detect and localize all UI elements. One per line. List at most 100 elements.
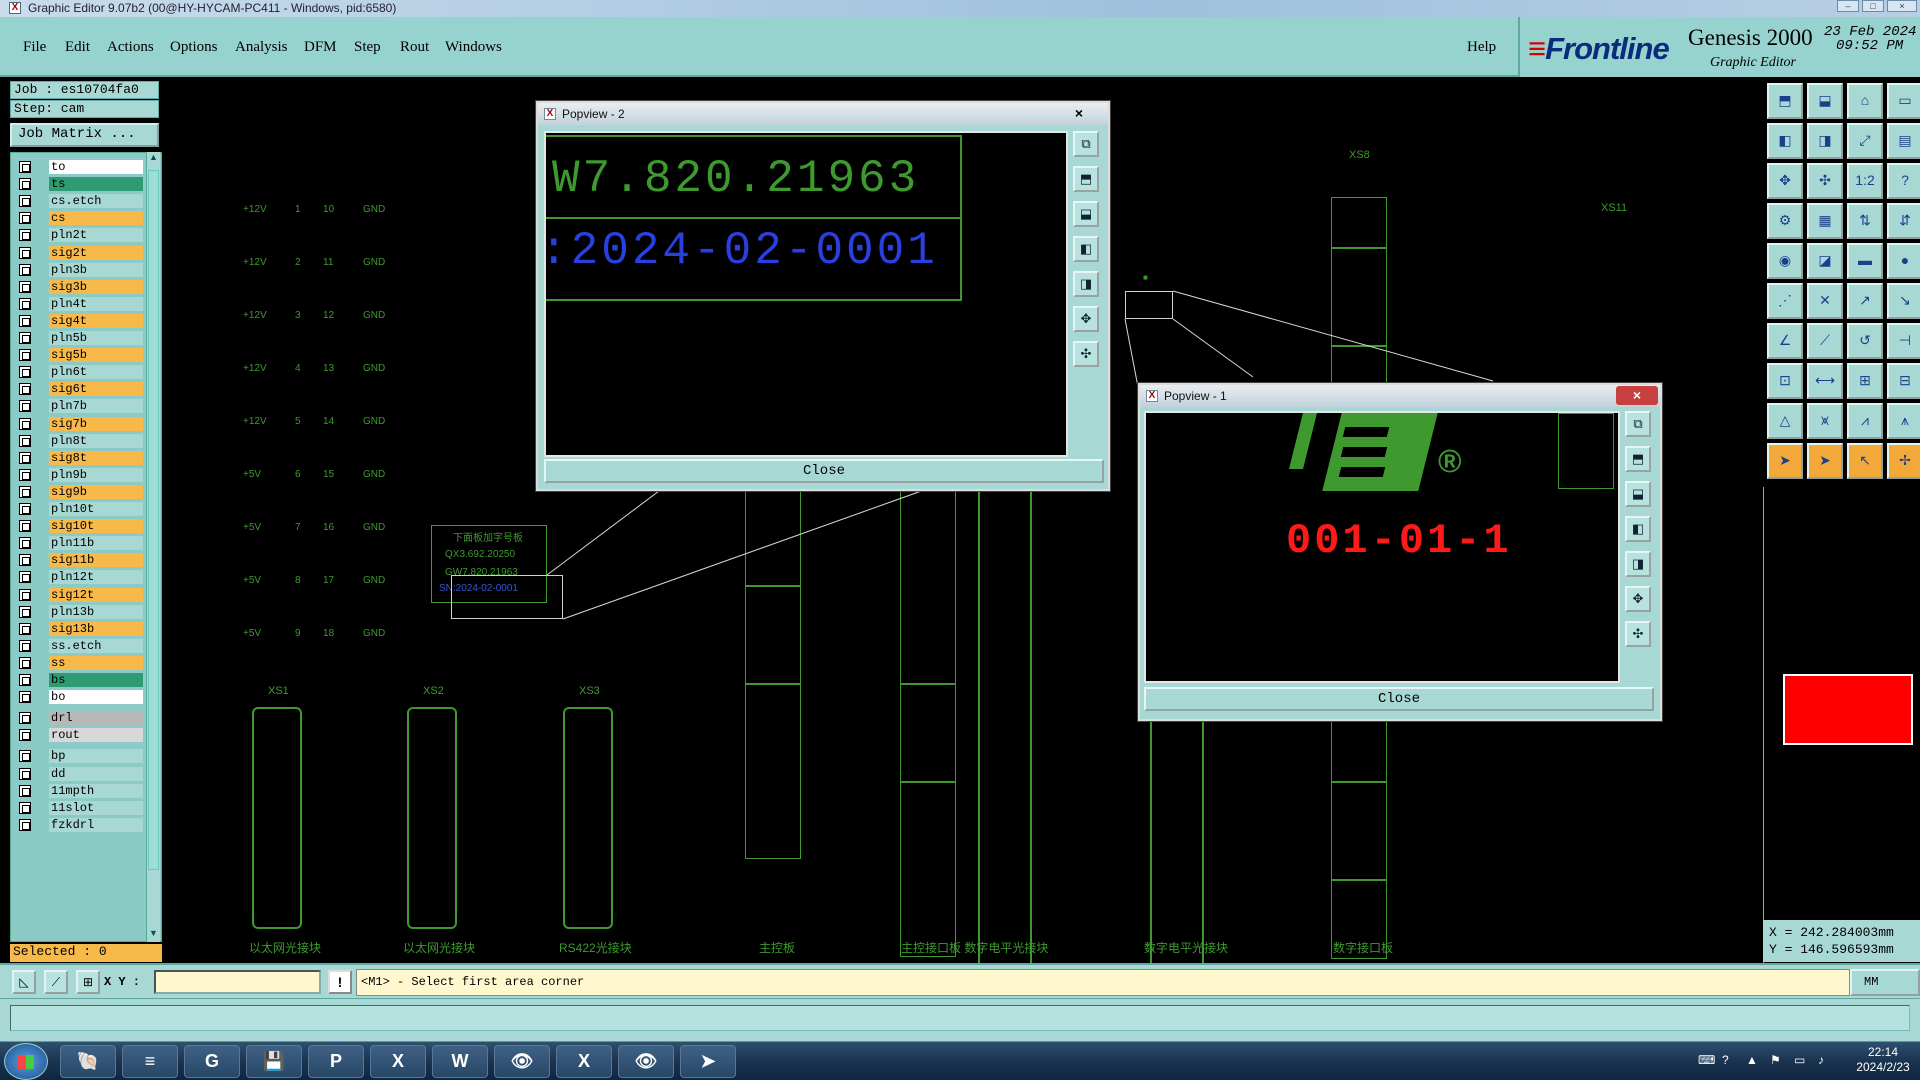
tool-icon[interactable]: ⋰ <box>1767 283 1803 319</box>
layer-row[interactable]: sig10t <box>13 518 143 534</box>
menu-actions[interactable]: Actions <box>107 39 154 56</box>
tool-icon[interactable]: ▤ <box>1887 123 1920 159</box>
layer-checkbox[interactable] <box>19 784 31 797</box>
taskbar-app-icon[interactable]: G <box>184 1045 240 1078</box>
pv-tool-icon[interactable]: ⬒ <box>1073 166 1099 192</box>
tool-icon[interactable]: ✕ <box>1807 283 1843 319</box>
pv-tool-icon[interactable]: ⧉ <box>1625 411 1651 437</box>
tool-icon[interactable]: ✣ <box>1807 163 1843 199</box>
pv-tool-icon[interactable]: ◧ <box>1073 236 1099 262</box>
popview-2-close-x[interactable]: × <box>1058 104 1100 123</box>
menu-help[interactable]: Help <box>1467 39 1496 56</box>
tool-icon[interactable]: ⊣ <box>1887 323 1920 359</box>
layer-checkbox[interactable] <box>19 818 31 831</box>
layer-name[interactable]: pln13b <box>49 604 143 619</box>
layer-row[interactable]: drl <box>13 710 143 726</box>
layer-name[interactable]: bp <box>49 749 143 764</box>
layer-checkbox[interactable] <box>19 434 31 447</box>
volume-icon[interactable]: ♪ <box>1818 1053 1824 1067</box>
tool-icon[interactable]: ↘ <box>1887 283 1920 319</box>
layer-checkbox[interactable] <box>19 767 31 780</box>
layer-name[interactable]: pln2t <box>49 228 143 243</box>
taskbar-app-icon[interactable]: 👁 <box>618 1045 674 1078</box>
scroll-thumb[interactable] <box>148 170 159 870</box>
menu-rout[interactable]: Rout <box>400 39 429 56</box>
tool-icon[interactable]: ⤢ <box>1847 123 1883 159</box>
layer-checkbox[interactable] <box>19 195 31 208</box>
layer-name[interactable]: pln7b <box>49 399 143 414</box>
popview-1-close-x[interactable]: × <box>1616 386 1658 405</box>
layer-name[interactable]: ts <box>49 177 143 192</box>
layer-checkbox[interactable] <box>19 571 31 584</box>
flag-icon[interactable]: ⚑ <box>1770 1053 1781 1067</box>
layer-row[interactable]: pln2t <box>13 227 143 243</box>
popview-1-titlebar[interactable]: X Popview - 1 × <box>1140 385 1660 407</box>
tool-icon[interactable]: ⬓ <box>1807 83 1843 119</box>
tool-icon[interactable]: ⩘ <box>1847 403 1883 439</box>
layer-name[interactable]: cs.etch <box>49 194 143 209</box>
taskbar-app-icon[interactable]: 💾 <box>246 1045 302 1078</box>
layer-row[interactable]: sig13b <box>13 621 143 637</box>
tool-icon[interactable]: ⩙ <box>1807 403 1843 439</box>
layer-row[interactable]: sig6t <box>13 381 143 397</box>
layer-row[interactable]: cs.etch <box>13 193 143 209</box>
layer-name[interactable]: to <box>49 160 143 174</box>
tool-icon[interactable]: ⇅ <box>1847 203 1883 239</box>
menu-analysis[interactable]: Analysis <box>235 39 288 56</box>
tool-icon[interactable]: ⌂ <box>1847 83 1883 119</box>
layer-checkbox[interactable] <box>19 485 31 498</box>
layer-row[interactable]: sig8t <box>13 450 143 466</box>
taskbar-app-icon[interactable]: X <box>370 1045 426 1078</box>
layer-row[interactable]: sig12t <box>13 587 143 603</box>
maximize-button[interactable]: □ <box>1862 0 1884 12</box>
layer-checkbox[interactable] <box>19 801 31 814</box>
menu-step[interactable]: Step <box>354 39 381 56</box>
layer-row[interactable]: cs <box>13 210 143 226</box>
layer-name[interactable]: sig11b <box>49 553 143 568</box>
layer-row[interactable]: bo <box>13 689 143 705</box>
keyboard-icon[interactable]: ⌨ <box>1698 1053 1715 1067</box>
tool-icon[interactable]: 1:2 <box>1847 163 1883 199</box>
layer-checkbox[interactable] <box>19 605 31 618</box>
layer-row[interactable]: 11mpth <box>13 783 143 799</box>
layer-name[interactable]: pln6t <box>49 365 143 380</box>
layer-name[interactable]: sig2t <box>49 245 143 260</box>
tray-expand-icon[interactable]: ▲ <box>1746 1053 1758 1067</box>
popview-2-view[interactable]: W7.820.21963 :2024-02-0001 <box>544 131 1068 457</box>
layer-checkbox[interactable] <box>19 349 31 362</box>
tool-icon[interactable]: ⚙ <box>1767 203 1803 239</box>
layer-name[interactable]: sig3b <box>49 279 143 294</box>
layer-name[interactable]: sig8t <box>49 450 143 465</box>
layer-checkbox[interactable] <box>19 246 31 259</box>
layer-checkbox[interactable] <box>19 263 31 276</box>
layer-name[interactable]: ss.etch <box>49 638 143 653</box>
layer-row[interactable]: pln4t <box>13 296 143 312</box>
minimize-button[interactable]: – <box>1837 0 1859 12</box>
close-window-button[interactable]: × <box>1887 0 1917 12</box>
tool-icon[interactable]: ⬒ <box>1767 83 1803 119</box>
tool-icon[interactable]: ⊟ <box>1887 363 1920 399</box>
snap-icon[interactable]: ◺ <box>12 970 36 994</box>
taskbar-app-icon[interactable]: 🐚 <box>60 1045 116 1078</box>
layer-name[interactable]: sig13b <box>49 621 143 636</box>
layer-row[interactable]: pln3b <box>13 262 143 278</box>
layer-checkbox[interactable] <box>19 729 31 742</box>
layer-name[interactable]: pln5b <box>49 331 143 345</box>
layer-checkbox[interactable] <box>19 750 31 763</box>
taskbar-app-icon[interactable]: W <box>432 1045 488 1078</box>
layer-row[interactable]: pln10t <box>13 501 143 517</box>
tool-icon[interactable]: ⊞ <box>1847 363 1883 399</box>
layer-checkbox[interactable] <box>19 468 31 481</box>
layer-name[interactable]: sig6t <box>49 382 143 397</box>
layer-checkbox[interactable] <box>19 712 31 725</box>
xy-input[interactable] <box>154 970 321 994</box>
tool-icon[interactable]: ⟋ <box>1807 323 1843 359</box>
alert-button[interactable]: ! <box>328 970 352 994</box>
popview-1-close-button[interactable]: Close <box>1144 687 1654 711</box>
layer-row[interactable]: to <box>13 159 143 175</box>
layer-row[interactable]: dd <box>13 766 143 782</box>
layer-row[interactable]: sig2t <box>13 245 143 261</box>
tool-icon[interactable]: ? <box>1887 163 1920 199</box>
layer-checkbox[interactable] <box>19 554 31 567</box>
layer-checkbox[interactable] <box>19 691 31 704</box>
